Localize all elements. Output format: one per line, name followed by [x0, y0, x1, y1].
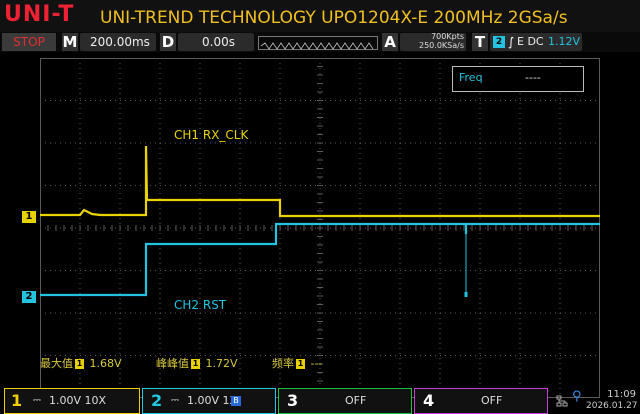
model-title: UNI-TREND TECHNOLOGY UPO1204X-E 200MHz 2…: [100, 8, 568, 28]
ch1-settings[interactable]: 1 ⎓ 1.00V 10X: [4, 388, 140, 414]
ch1-scale: 1.00V 10X: [49, 394, 107, 407]
ch4-number: 4: [423, 391, 435, 410]
ch2-name-label: CH2 RST: [174, 298, 227, 312]
meas-freq: 频率 1 ---: [272, 355, 322, 371]
usb-icon[interactable]: ⚲: [572, 389, 582, 404]
meas-max-label: 最大值: [40, 357, 73, 370]
meas-freq-source: 1: [296, 359, 305, 369]
ch3-state: OFF: [345, 394, 367, 407]
ch1-number: 1: [11, 391, 23, 410]
run-stop-button[interactable]: STOP: [2, 33, 56, 51]
brand-logo: UNI-T: [4, 2, 75, 27]
meas-pkpk-value: 1.72V: [205, 357, 238, 370]
ch1-trace: [40, 145, 600, 218]
bandwidth-limit-badge: B: [231, 396, 241, 406]
meas-pkpk-source: 1: [191, 359, 200, 369]
memory-overview-bar[interactable]: [258, 36, 378, 50]
memory-overview-waveform: [260, 42, 374, 50]
trigger-source-badge: 2: [493, 36, 505, 48]
trigger-mode: E DC: [517, 35, 544, 48]
waveform-traces: [40, 145, 600, 297]
timebase-value: 200.00ms: [90, 35, 150, 49]
freq-measure-box[interactable]: Freq ----: [452, 66, 584, 92]
ch2-trace: [40, 222, 600, 297]
dc-coupling-icon: ⎓: [33, 395, 41, 406]
ch2-settings[interactable]: 2 ⎓ 1.00V 1X B: [142, 388, 276, 414]
ch3-settings[interactable]: 3 OFF: [278, 388, 412, 414]
meas-max: 最大值 1 1.68V: [40, 355, 122, 371]
dc-coupling-icon: ⎓: [171, 395, 179, 406]
ch1-name-label: CH1 RX_CLK: [174, 128, 249, 142]
timebase-key: M: [62, 33, 78, 51]
freq-label: Freq: [459, 71, 483, 84]
clock-date: 2026.01.27: [586, 401, 638, 411]
trigger-level: 1.12V: [548, 35, 581, 48]
memory-depth: 700Kpts: [431, 32, 464, 41]
ch4-settings[interactable]: 4 OFF: [414, 388, 548, 414]
meas-freq-label: 频率: [272, 357, 294, 370]
freq-value: ----: [525, 71, 541, 84]
trigger-key: T: [472, 33, 488, 51]
ch4-state: OFF: [481, 394, 503, 407]
ch3-number: 3: [287, 391, 299, 410]
ch2-number: 2: [151, 391, 163, 410]
delay-value: 0.00s: [202, 35, 235, 49]
meas-pkpk-label: 峰峰值: [156, 357, 189, 370]
meas-max-value: 1.68V: [89, 357, 122, 370]
acquire-key: A: [382, 33, 398, 51]
meas-pkpk: 峰峰值 1 1.72V: [156, 355, 238, 371]
ch2-scale: 1.00V 1X: [187, 394, 238, 407]
clock-time: 11:09: [607, 389, 636, 400]
sample-rate: 250.0KSa/s: [419, 41, 464, 50]
ch2-glitch-tip: [464, 292, 468, 297]
meas-freq-value: ---: [310, 357, 323, 370]
ch2-marker[interactable]: 2: [22, 291, 36, 303]
delay-key: D: [160, 33, 176, 51]
rising-edge-icon: ∫: [508, 35, 515, 49]
waveform-display[interactable]: [40, 58, 600, 398]
meas-max-source: 1: [75, 359, 84, 369]
ch1-marker[interactable]: 1: [22, 211, 36, 223]
network-icon[interactable]: [556, 392, 568, 407]
